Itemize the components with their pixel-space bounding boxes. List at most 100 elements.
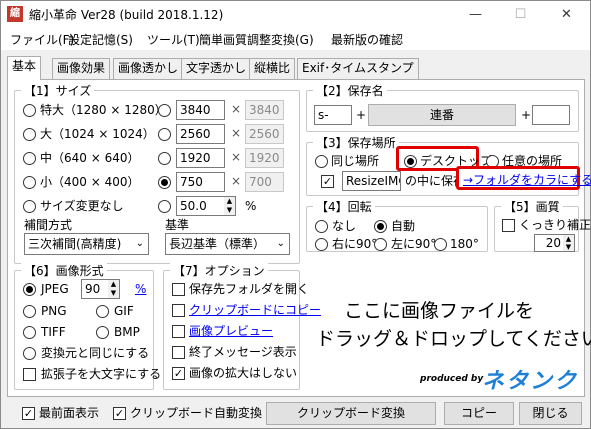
- times-sign: ×: [231, 102, 242, 116]
- tiff-radio[interactable]: [23, 326, 36, 339]
- percent-size-radio[interactable]: [158, 200, 171, 213]
- bottom-bar: ✓ 最前面表示 ✓ クリップボード自動変換 クリップボード変換 コピー 閉じる: [1, 398, 590, 428]
- save-name-title: 【2】保存名: [313, 82, 387, 99]
- preview-checkbox[interactable]: [172, 325, 185, 338]
- custom-width-input-3[interactable]: 1920: [176, 148, 225, 168]
- plus-sign: +: [521, 108, 532, 122]
- middle-name-button[interactable]: 連番: [368, 104, 516, 126]
- times-sign: ×: [231, 174, 242, 188]
- menu-check-latest[interactable]: 最新版の確認: [331, 31, 403, 48]
- png-radio[interactable]: [23, 305, 36, 318]
- tab-image-effects[interactable]: 画像効果: [52, 58, 111, 79]
- preview-link[interactable]: 画像プレビュー: [189, 323, 273, 339]
- gif-radio[interactable]: [96, 305, 109, 318]
- subfolder-checkbox[interactable]: ✓: [321, 175, 334, 188]
- percent-input[interactable]: 50.0: [176, 196, 225, 216]
- png-label: PNG: [41, 304, 67, 318]
- no-enlarge-checkbox[interactable]: ✓: [172, 367, 185, 380]
- tab-text-watermark[interactable]: 文字透かし: [181, 58, 252, 79]
- custom-width-input-2[interactable]: 2560: [176, 124, 225, 144]
- tab-basic[interactable]: 基本: [7, 56, 42, 80]
- jpeg-quality-spinner[interactable]: ▲ ▼: [108, 279, 120, 299]
- same-location-label: 同じ場所: [331, 154, 380, 168]
- same-format-radio[interactable]: [23, 347, 36, 360]
- tab-exif-timestamp[interactable]: Exif･タイムスタンプ: [297, 58, 419, 79]
- tiff-label: TIFF: [41, 325, 66, 339]
- size-medium-radio[interactable]: [23, 152, 36, 165]
- interp-label: 補間方式: [24, 218, 73, 232]
- plus-sign: +: [356, 108, 367, 122]
- custom-height-input-1: 3840: [245, 100, 284, 120]
- size-group-title: 【1】サイズ: [21, 82, 95, 99]
- jpeg-quality-input[interactable]: 90: [81, 279, 109, 299]
- netank-logo: ネタンク: [482, 369, 579, 394]
- percent-spinner[interactable]: ▲ ▼: [224, 196, 236, 216]
- clipboard-copy-link[interactable]: クリップボードにコピー: [189, 302, 321, 318]
- desktop-radio[interactable]: [404, 155, 417, 168]
- clipboard-convert-button[interactable]: クリップボード変換: [266, 402, 436, 425]
- upper-ext-checkbox[interactable]: [23, 368, 36, 381]
- custom-width-input-4[interactable]: 750: [176, 172, 225, 192]
- close-window-button[interactable]: ✕: [544, 1, 589, 28]
- jpeg-radio[interactable]: [23, 283, 36, 296]
- folder-name-input[interactable]: ResizeIMG: [342, 171, 401, 191]
- rotate-right-radio[interactable]: [315, 238, 328, 251]
- custom-size-radio-2[interactable]: [158, 128, 171, 141]
- suffix-input[interactable]: [532, 105, 570, 125]
- prefix-input[interactable]: s-: [314, 105, 352, 125]
- rotate-auto-radio[interactable]: [374, 220, 387, 233]
- rotate-none-radio[interactable]: [315, 220, 328, 233]
- rotate-title: 【4】回転: [313, 198, 375, 215]
- end-message-checkbox[interactable]: [172, 346, 185, 359]
- same-location-radio[interactable]: [315, 155, 328, 168]
- size-medium-label: 中（640 × 640）: [40, 151, 140, 165]
- rotate-180-radio[interactable]: [434, 238, 447, 251]
- size-large-radio[interactable]: [23, 128, 36, 141]
- size-nochange-radio[interactable]: [23, 200, 36, 213]
- window-title: 縮小革命 Ver28 (build 2018.1.12): [29, 8, 224, 22]
- sharpen-checkbox[interactable]: [502, 219, 515, 232]
- custom-size-radio-1[interactable]: [158, 104, 171, 117]
- size-small-label: 小（400 × 400）: [40, 175, 140, 189]
- chevron-down-icon: ⌄: [135, 238, 144, 249]
- menu-file[interactable]: ファイル(F): [10, 31, 74, 48]
- percent-unit: %: [245, 199, 257, 213]
- rotate-left-radio[interactable]: [374, 238, 387, 251]
- size-xlarge-radio[interactable]: [23, 104, 36, 117]
- custom-size-radio-3[interactable]: [158, 152, 171, 165]
- quality-spinner[interactable]: ▲ ▼: [563, 234, 575, 252]
- rotate-auto-label: 自動: [391, 219, 416, 233]
- clipboard-copy-checkbox[interactable]: [172, 304, 185, 317]
- custom-height-input-4: 700: [245, 172, 284, 192]
- open-folder-checkbox[interactable]: [172, 283, 185, 296]
- empty-folder-link[interactable]: →フォルダをカラにする: [463, 172, 591, 188]
- size-small-radio[interactable]: [23, 176, 36, 189]
- menu-tools[interactable]: ツール(T): [147, 31, 200, 48]
- no-enlarge-label: 画像の拡大はしない: [189, 366, 298, 380]
- produced-by-label: produced by: [420, 374, 484, 384]
- basic-panel: 【1】サイズ 特大（1280 × 1280） 大（1024 × 1024） 中（…: [7, 79, 591, 397]
- interp-select[interactable]: 三次補間(高精度) ⌄: [24, 233, 149, 255]
- chevron-down-icon: ⌄: [276, 238, 285, 249]
- custom-width-input-1[interactable]: 3840: [176, 100, 225, 120]
- end-message-label: 終了メッセージ表示: [189, 345, 297, 359]
- close-button[interactable]: 閉じる: [519, 402, 582, 425]
- menu-quick-quality[interactable]: 簡単画質調整変換(G): [199, 31, 314, 48]
- times-sign: ×: [231, 150, 242, 164]
- copy-button[interactable]: コピー: [444, 402, 514, 425]
- jpeg-percent-link[interactable]: %: [135, 281, 146, 297]
- bmp-radio[interactable]: [96, 326, 109, 339]
- custom-size-radio-4[interactable]: [158, 176, 171, 189]
- maximize-button[interactable]: ☐: [498, 1, 543, 28]
- minimize-button[interactable]: —: [453, 1, 498, 28]
- sharpen-label: くっきり補正: [519, 218, 591, 232]
- topmost-checkbox[interactable]: ✓: [22, 407, 35, 420]
- tab-aspect-ratio[interactable]: 縦横比: [249, 58, 296, 79]
- quality-input[interactable]: 20: [534, 234, 564, 252]
- clip-auto-checkbox[interactable]: ✓: [113, 407, 126, 420]
- base-select[interactable]: 長辺基準（標準） ⌄: [165, 233, 290, 255]
- menu-settings-memory[interactable]: 設定記憶(S): [68, 31, 133, 48]
- tab-image-watermark[interactable]: 画像透かし: [113, 58, 184, 79]
- options-title: 【7】オプション: [170, 262, 268, 279]
- bmp-label: BMP: [114, 325, 140, 339]
